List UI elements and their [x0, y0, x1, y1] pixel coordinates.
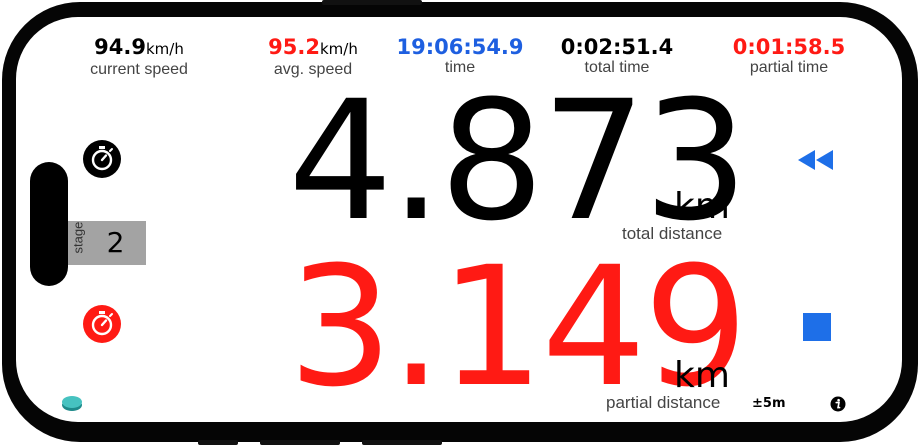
accuracy-readout: ±5m: [752, 396, 786, 411]
stop-icon[interactable]: [803, 313, 831, 341]
phone-side-button-bottom-3: [362, 440, 442, 445]
avg-speed-unit: km/h: [319, 40, 358, 58]
total-time-value: 0:02:51.4: [560, 35, 674, 59]
avg-speed-value: 95.2km/h: [248, 35, 378, 61]
current-speed-unit: km/h: [145, 40, 184, 58]
current-speed-value: 94.9km/h: [74, 35, 204, 61]
total-distance-unit: km: [674, 186, 730, 227]
stopwatch-reset-icon[interactable]: [82, 304, 122, 344]
partial-time-value: 0:01:58.5: [732, 35, 846, 59]
time-value: 19:06:54.9: [396, 35, 524, 59]
avg-speed-number: 95.2: [268, 35, 320, 59]
partial-distance-label: partial distance: [606, 393, 721, 412]
current-speed-stat[interactable]: 94.9km/h current speed: [74, 35, 204, 80]
phone-side-button-bottom-2: [260, 440, 340, 445]
current-speed-label: current speed: [90, 61, 188, 78]
stage-indicator[interactable]: stage 2: [68, 221, 146, 265]
theme-toggle-icon[interactable]: [61, 393, 85, 413]
phone-side-button-top: [322, 0, 422, 5]
stage-label: stage: [70, 221, 86, 254]
partial-distance-unit: km: [674, 355, 730, 396]
info-icon[interactable]: [830, 396, 846, 412]
app-screen: 94.9km/h current speed 95.2km/h avg. spe…: [16, 17, 902, 422]
phone-side-button-bottom-1: [198, 440, 238, 445]
stage-number: 2: [106, 226, 125, 259]
camera-cutout: [30, 162, 68, 286]
current-speed-number: 94.9: [94, 35, 146, 59]
stopwatch-icon[interactable]: [82, 139, 122, 179]
rewind-icon[interactable]: [796, 148, 836, 172]
